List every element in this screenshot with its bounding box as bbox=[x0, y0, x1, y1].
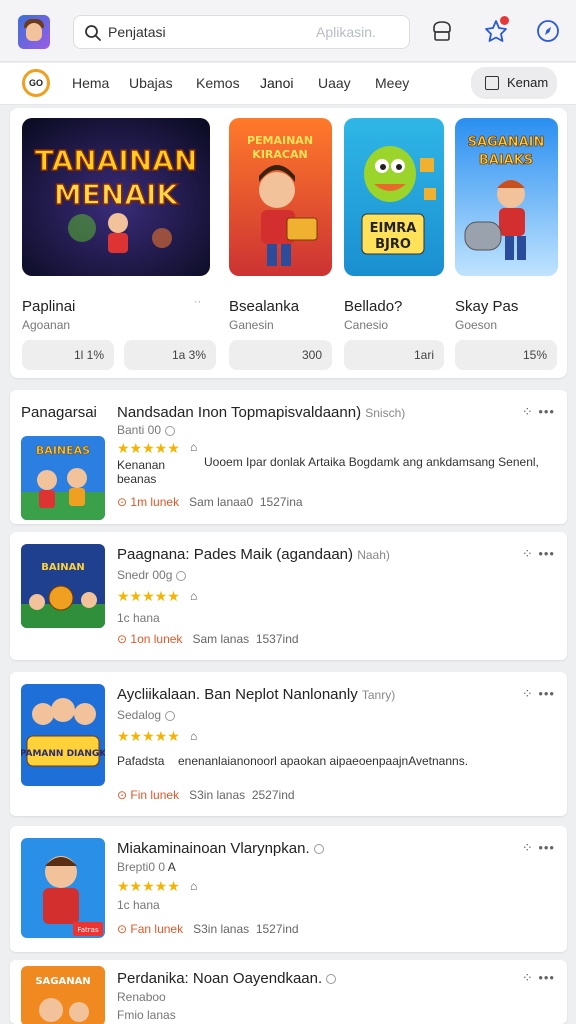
window-icon bbox=[485, 76, 499, 90]
more-options-icon[interactable]: ⁘ ••• bbox=[522, 404, 555, 420]
app-avatar-icon[interactable] bbox=[18, 15, 50, 49]
app-thumbnail[interactable]: Fatras bbox=[21, 838, 105, 938]
list-item[interactable]: Panagarsai Nandsadan Inon Topmapisvaldaa… bbox=[10, 390, 567, 524]
nav-item-kemos[interactable]: Kemos bbox=[196, 75, 240, 91]
list-item-tag: Pafadsta bbox=[117, 754, 165, 768]
featured-stat-pill[interactable]: 300 bbox=[229, 340, 332, 370]
nav-item-ubajas[interactable]: Ubajas bbox=[129, 75, 173, 91]
list-item-description: enenanlaianonoorl apaokan aipaeoenpaajnA… bbox=[178, 754, 469, 768]
compass-icon[interactable] bbox=[534, 17, 562, 45]
list-item-subtitle: Snedr 00g bbox=[117, 568, 187, 582]
featured-game-art: TANAINAN MENAIK bbox=[22, 118, 210, 276]
list-item-subtitle: Renaboo bbox=[117, 990, 166, 1004]
featured-title: Bsealanka bbox=[229, 298, 300, 315]
art-text-2: BAIAKS bbox=[479, 153, 533, 168]
list-item[interactable]: Paagnana: Pades Maik (agandaan) Naah) ⁘ … bbox=[10, 532, 567, 660]
art-text-2: KIRACAN bbox=[252, 148, 307, 161]
list-item-meta: ⊙ 1m lunek Sam lanaa0 1527ina bbox=[117, 495, 303, 509]
star-badge-button[interactable] bbox=[482, 16, 510, 45]
thumb-text: BAINEAS bbox=[36, 444, 90, 457]
art-text-2: MENAIK bbox=[54, 178, 180, 211]
app-thumbnail[interactable]: BAINEAS bbox=[21, 436, 105, 520]
list-item-description: Uooem Ipar donlak Artaika Bogdamk ang an… bbox=[204, 455, 539, 469]
featured-game-art: PEMAINAN KIRACAN bbox=[229, 118, 332, 276]
rating-stars: ★★★★★ bbox=[117, 728, 180, 744]
list-item[interactable]: Aycliikalaan. Ban Neplot Nanlonanly Tanr… bbox=[10, 672, 567, 816]
list-item-subtitle: Banti 00 bbox=[117, 423, 176, 437]
list-item-title: Miakaminainoan Vlarynpkan. bbox=[117, 840, 324, 857]
list-item-meta: ⊙ Fin lunek S3in lanas 2527ind bbox=[117, 788, 295, 802]
kenam-label: Kenam bbox=[507, 75, 549, 90]
art-text-1: SAGANAIN bbox=[468, 135, 545, 150]
list-item-title: Perdanika: Noan Oayendkaan. bbox=[117, 970, 337, 987]
more-options-icon[interactable]: ⁘ ••• bbox=[522, 546, 555, 562]
featured-game-art: EIMRA BJRO bbox=[344, 118, 444, 276]
featured-subtitle: Ganesin bbox=[229, 318, 274, 332]
featured-subtitle: Canesio bbox=[344, 318, 389, 332]
brand-logo-icon[interactable]: GO bbox=[22, 69, 50, 97]
search-icon bbox=[85, 25, 101, 41]
list-item-subtitle: Sedalog bbox=[117, 708, 176, 722]
art-text-2: BJRO bbox=[375, 237, 411, 252]
category-nav: GO Hema Ubajas Kemos Janoi Uaay Meey Ken… bbox=[0, 63, 576, 105]
more-options-icon[interactable]: ⁘ ••• bbox=[522, 970, 555, 986]
list-item-title: Nandsadan Inon Topmapisvaldaann) Snisch) bbox=[117, 404, 406, 421]
thumb-text: PAMANN DIANGK bbox=[21, 749, 105, 759]
rating-stars: ★★★★★ bbox=[117, 588, 180, 604]
search-value: Penjatasi bbox=[108, 24, 166, 40]
search-placeholder: Aplikasin. bbox=[316, 24, 376, 40]
nav-item-uaay[interactable]: Uaay bbox=[318, 75, 351, 91]
nav-item-hema[interactable]: Hema bbox=[72, 75, 109, 91]
share-icon[interactable]: ⌂ bbox=[190, 729, 197, 743]
list-item-tag: Fmio lanas bbox=[117, 1008, 176, 1022]
app-thumbnail[interactable]: PAMANN DIANGK bbox=[21, 684, 105, 786]
list-item-meta: ⊙ Fan lunek S3in lanas 1527ind bbox=[117, 922, 299, 936]
thumb-text: Fatras bbox=[77, 926, 99, 934]
list-item-title: Aycliikalaan. Ban Neplot Nanlonanly Tanr… bbox=[117, 686, 396, 703]
notification-dot bbox=[500, 16, 509, 25]
app-thumbnail[interactable]: SAGANAN bbox=[21, 966, 105, 1024]
featured-stat-pill[interactable]: 1l 1% bbox=[22, 340, 114, 370]
list-item[interactable]: Perdanika: Noan Oayendkaan. ⁘ ••• SAGANA… bbox=[10, 960, 567, 1024]
featured-title: Bellado? bbox=[344, 298, 403, 315]
art-text-1: PEMAINAN bbox=[247, 134, 313, 147]
list-item-meta: ⊙ 1on lunek Sam lanas 1537ind bbox=[117, 632, 299, 646]
search-input[interactable]: Penjatasi Aplikasin. bbox=[73, 15, 410, 49]
thumb-text: BAINAN bbox=[41, 562, 85, 573]
list-item-tag: Kenanan bbox=[117, 458, 166, 472]
featured-stat-pill[interactable]: 1a 3% bbox=[124, 340, 216, 370]
list-item[interactable]: Miakaminainoan Vlarynpkan. ⁘ ••• Fatras … bbox=[10, 826, 567, 952]
rating-stars: ★★★★★ bbox=[117, 878, 180, 894]
list-item-tag: 1c hana bbox=[117, 611, 160, 625]
app-thumbnail[interactable]: BAINAN bbox=[21, 544, 105, 628]
rating-stars: ★★★★★ bbox=[117, 440, 180, 456]
featured-title: Skay Pas bbox=[455, 298, 519, 315]
nav-item-meey[interactable]: Meey bbox=[375, 75, 409, 91]
featured-subtitle: Goeson bbox=[455, 318, 498, 332]
more-options-icon[interactable]: ⁘ ••• bbox=[522, 840, 555, 856]
list-item-tag: 1c hana bbox=[117, 898, 160, 912]
featured-more-icon[interactable]: ·· bbox=[194, 296, 201, 308]
featured-stat-pill[interactable]: 1ari bbox=[344, 340, 444, 370]
featured-stat-pill[interactable]: 15% bbox=[455, 340, 557, 370]
top-bar: Penjatasi Aplikasin. bbox=[0, 0, 576, 62]
art-text-1: EIMRA bbox=[370, 221, 417, 236]
list-item-subtitle: Brepti0 0 A bbox=[117, 860, 176, 874]
list-item-title: Paagnana: Pades Maik (agandaan) Naah) bbox=[117, 546, 390, 563]
list-section-label: Panagarsai bbox=[21, 404, 97, 421]
featured-game-art: SAGANAIN BAIAKS bbox=[455, 118, 558, 276]
art-text-1: TANAINAN bbox=[35, 144, 198, 177]
share-icon[interactable]: ⌂ bbox=[190, 589, 197, 603]
nav-item-janoi[interactable]: Janoi bbox=[260, 75, 293, 91]
featured-carousel: TANAINAN MENAIK PEMAINAN KIRACAN EIMRA B… bbox=[10, 108, 567, 378]
share-icon[interactable]: ⌂ bbox=[190, 879, 197, 893]
featured-title: Paplinai bbox=[22, 298, 76, 315]
list-item-tag: beanas bbox=[117, 472, 157, 486]
kenam-button[interactable]: Kenam bbox=[471, 67, 557, 99]
thumb-text: SAGANAN bbox=[35, 976, 90, 987]
more-options-icon[interactable]: ⁘ ••• bbox=[522, 686, 555, 702]
share-icon[interactable]: ⌂ bbox=[190, 440, 197, 454]
featured-subtitle: Agoanan bbox=[22, 318, 71, 332]
store-icon[interactable] bbox=[428, 17, 456, 45]
